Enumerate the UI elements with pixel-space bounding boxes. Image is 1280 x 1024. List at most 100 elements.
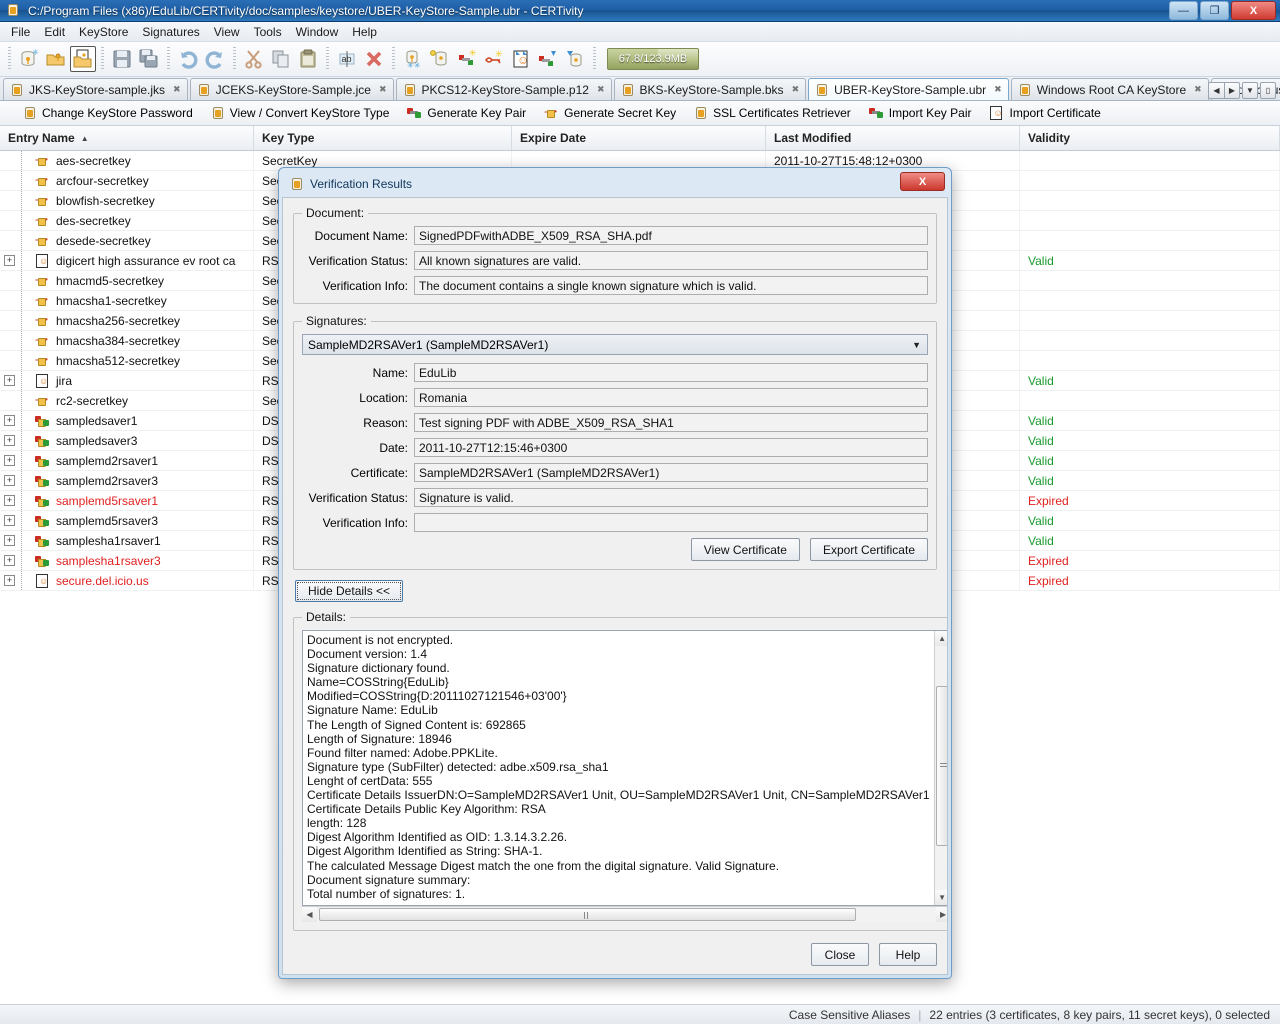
close-button[interactable]: Close: [811, 943, 869, 966]
import-certificate-button[interactable]: ☺ Import Certificate: [980, 103, 1109, 123]
cell-entry-name[interactable]: + ☺ digicert high assurance ev root ca: [0, 251, 254, 270]
tab-pkcs12-keystore-sample[interactable]: PKCS12-KeyStore-Sample.p12 ✖: [395, 78, 612, 100]
close-window-button[interactable]: X: [1231, 1, 1276, 20]
menu-window[interactable]: Window: [289, 23, 346, 41]
tab-bks-keystore-sample[interactable]: BKS-KeyStore-Sample.bks ✖: [613, 78, 807, 100]
menu-keystore[interactable]: KeyStore: [72, 23, 135, 41]
scroll-left-icon[interactable]: ◀: [302, 907, 317, 922]
signature-date-field[interactable]: 2011-10-27T12:15:46+0300: [414, 438, 928, 457]
cell-entry-name[interactable]: −• hmacsha384-secretkey: [0, 331, 254, 350]
cell-entry-name[interactable]: + samplesha1rsaver3: [0, 551, 254, 570]
undo-icon[interactable]: [175, 46, 201, 72]
scroll-right-icon[interactable]: ▶: [935, 907, 947, 922]
generate-key-pair-button[interactable]: Generate Key Pair: [398, 103, 535, 123]
ssl-certificates-retriever-button[interactable]: SSL Certificates Retriever: [685, 103, 860, 123]
details-horizontal-scrollbar[interactable]: ◀ ▶: [302, 906, 947, 922]
cell-entry-name[interactable]: + samplemd5rsaver1: [0, 491, 254, 510]
expand-node-icon[interactable]: +: [4, 375, 15, 386]
cell-entry-name[interactable]: −• aes-secretkey: [0, 151, 254, 170]
menu-file[interactable]: File: [4, 23, 37, 41]
expand-node-icon[interactable]: +: [4, 415, 15, 426]
view-convert-keystore-icon[interactable]: [427, 46, 453, 72]
vscroll-thumb[interactable]: [935, 686, 947, 846]
cell-entry-name[interactable]: + samplemd2rsaver1: [0, 451, 254, 470]
column-header-last-modified[interactable]: Last Modified: [766, 126, 1020, 150]
cell-entry-name[interactable]: −• blowfish-secretkey: [0, 191, 254, 210]
delete-icon[interactable]: [361, 46, 387, 72]
details-text-area[interactable]: Document is not encrypted. Document vers…: [302, 630, 947, 906]
hscroll-thumb[interactable]: [319, 908, 856, 921]
tab-scroll-left-icon[interactable]: ◀: [1208, 82, 1224, 99]
tab-jks-keystore-sample[interactable]: JKS-KeyStore-sample.jks ✖: [3, 78, 188, 100]
menu-edit[interactable]: Edit: [37, 23, 72, 41]
cell-entry-name[interactable]: −• arcfour-secretkey: [0, 171, 254, 190]
copy-icon[interactable]: [268, 46, 294, 72]
cell-entry-name[interactable]: −• des-secretkey: [0, 211, 254, 230]
view-convert-keystore-type-button[interactable]: View / Convert KeyStore Type: [202, 103, 399, 123]
cell-entry-name[interactable]: −• desede-secretkey: [0, 231, 254, 250]
expand-node-icon[interactable]: +: [4, 495, 15, 506]
tab-close-icon[interactable]: ✖: [173, 84, 181, 95]
change-keystore-password-button[interactable]: Change KeyStore Password: [14, 103, 202, 123]
cell-entry-name[interactable]: + samplesha1rsaver1: [0, 531, 254, 550]
expand-node-icon[interactable]: +: [4, 515, 15, 526]
import-key-pair-button[interactable]: Import Key Pair: [860, 103, 981, 123]
cell-entry-name[interactable]: −• hmacmd5-secretkey: [0, 271, 254, 290]
expand-node-icon[interactable]: +: [4, 455, 15, 466]
expand-node-icon[interactable]: +: [4, 535, 15, 546]
cell-entry-name[interactable]: + sampledsaver1: [0, 411, 254, 430]
expand-node-icon[interactable]: +: [4, 435, 15, 446]
memory-usage-meter[interactable]: 67.8/123.9MB: [607, 48, 699, 70]
cell-entry-name[interactable]: −• hmacsha1-secretkey: [0, 291, 254, 310]
signature-verification-status-field[interactable]: Signature is valid.: [414, 488, 928, 507]
generate-key-pair-icon[interactable]: ✳: [454, 46, 480, 72]
signature-certificate-field[interactable]: SampleMD2RSAVer1 (SampleMD2RSAVer1): [414, 463, 928, 482]
change-password-icon[interactable]: ✳✳: [400, 46, 426, 72]
tab-windows-root-ca-keystore[interactable]: Windows Root CA KeyStore ✖: [1010, 78, 1209, 100]
cell-entry-name[interactable]: + samplemd5rsaver3: [0, 511, 254, 530]
cell-entry-name[interactable]: + ☺ jira: [0, 371, 254, 390]
paste-icon[interactable]: [295, 46, 321, 72]
menu-tools[interactable]: Tools: [247, 23, 289, 41]
minimize-button[interactable]: —: [1169, 1, 1198, 20]
document-verification-info-field[interactable]: The document contains a single known sig…: [414, 276, 928, 295]
tab-close-icon[interactable]: ✖: [1194, 84, 1202, 95]
import-certificate-icon[interactable]: [562, 46, 588, 72]
save-icon[interactable]: [109, 46, 135, 72]
dialog-close-button[interactable]: X: [900, 172, 945, 191]
expand-node-icon[interactable]: +: [4, 555, 15, 566]
document-name-field[interactable]: SignedPDFwithADBE_X509_RSA_SHA.pdf: [414, 226, 928, 245]
menu-signatures[interactable]: Signatures: [135, 23, 206, 41]
tab-close-icon[interactable]: ✖: [379, 84, 387, 95]
signature-name-field[interactable]: EduLib: [414, 363, 928, 382]
save-all-icon[interactable]: [136, 46, 162, 72]
maximize-button[interactable]: ❐: [1200, 1, 1229, 20]
signature-reason-field[interactable]: Test signing PDF with ADBE_X509_RSA_SHA1: [414, 413, 928, 432]
scroll-down-icon[interactable]: ▼: [934, 890, 947, 905]
scroll-up-icon[interactable]: ▲: [934, 631, 947, 646]
cell-entry-name[interactable]: −• rc2-secretkey: [0, 391, 254, 410]
tab-close-icon[interactable]: ✖: [792, 84, 800, 95]
ssl-certificates-retriever-icon[interactable]: ☺: [508, 46, 534, 72]
hscroll-track[interactable]: [317, 907, 936, 922]
redo-icon[interactable]: [202, 46, 228, 72]
cell-entry-name[interactable]: + sampledsaver3: [0, 431, 254, 450]
new-keystore-icon[interactable]: ✳: [16, 46, 42, 72]
tab-jceks-keystore-sample[interactable]: JCEKS-KeyStore-Sample.jce ✖: [189, 78, 394, 100]
tab-close-icon[interactable]: ✖: [597, 84, 605, 95]
tab-list-dropdown-icon[interactable]: ▼: [1242, 82, 1258, 99]
open-ca-keystore-icon[interactable]: [70, 46, 96, 72]
export-certificate-button[interactable]: Export Certificate: [809, 538, 928, 561]
tab-uber-keystore-sample[interactable]: UBER-KeyStore-Sample.ubr ✖: [808, 78, 1009, 100]
signature-location-field[interactable]: Romania: [414, 388, 928, 407]
column-header-validity[interactable]: Validity: [1020, 126, 1280, 150]
cell-entry-name[interactable]: + ☺ secure.del.icio.us: [0, 571, 254, 590]
menu-view[interactable]: View: [207, 23, 247, 41]
column-header-expire-date[interactable]: Expire Date: [512, 126, 766, 150]
tab-close-icon[interactable]: ✖: [994, 84, 1002, 95]
help-button[interactable]: Help: [879, 943, 937, 966]
cell-entry-name[interactable]: −• hmacsha256-secretkey: [0, 311, 254, 330]
tab-maximize-icon[interactable]: ▯: [1260, 82, 1276, 99]
signature-verification-info-field[interactable]: [414, 513, 928, 532]
details-vertical-scrollbar[interactable]: ▲ ▼: [933, 631, 947, 905]
